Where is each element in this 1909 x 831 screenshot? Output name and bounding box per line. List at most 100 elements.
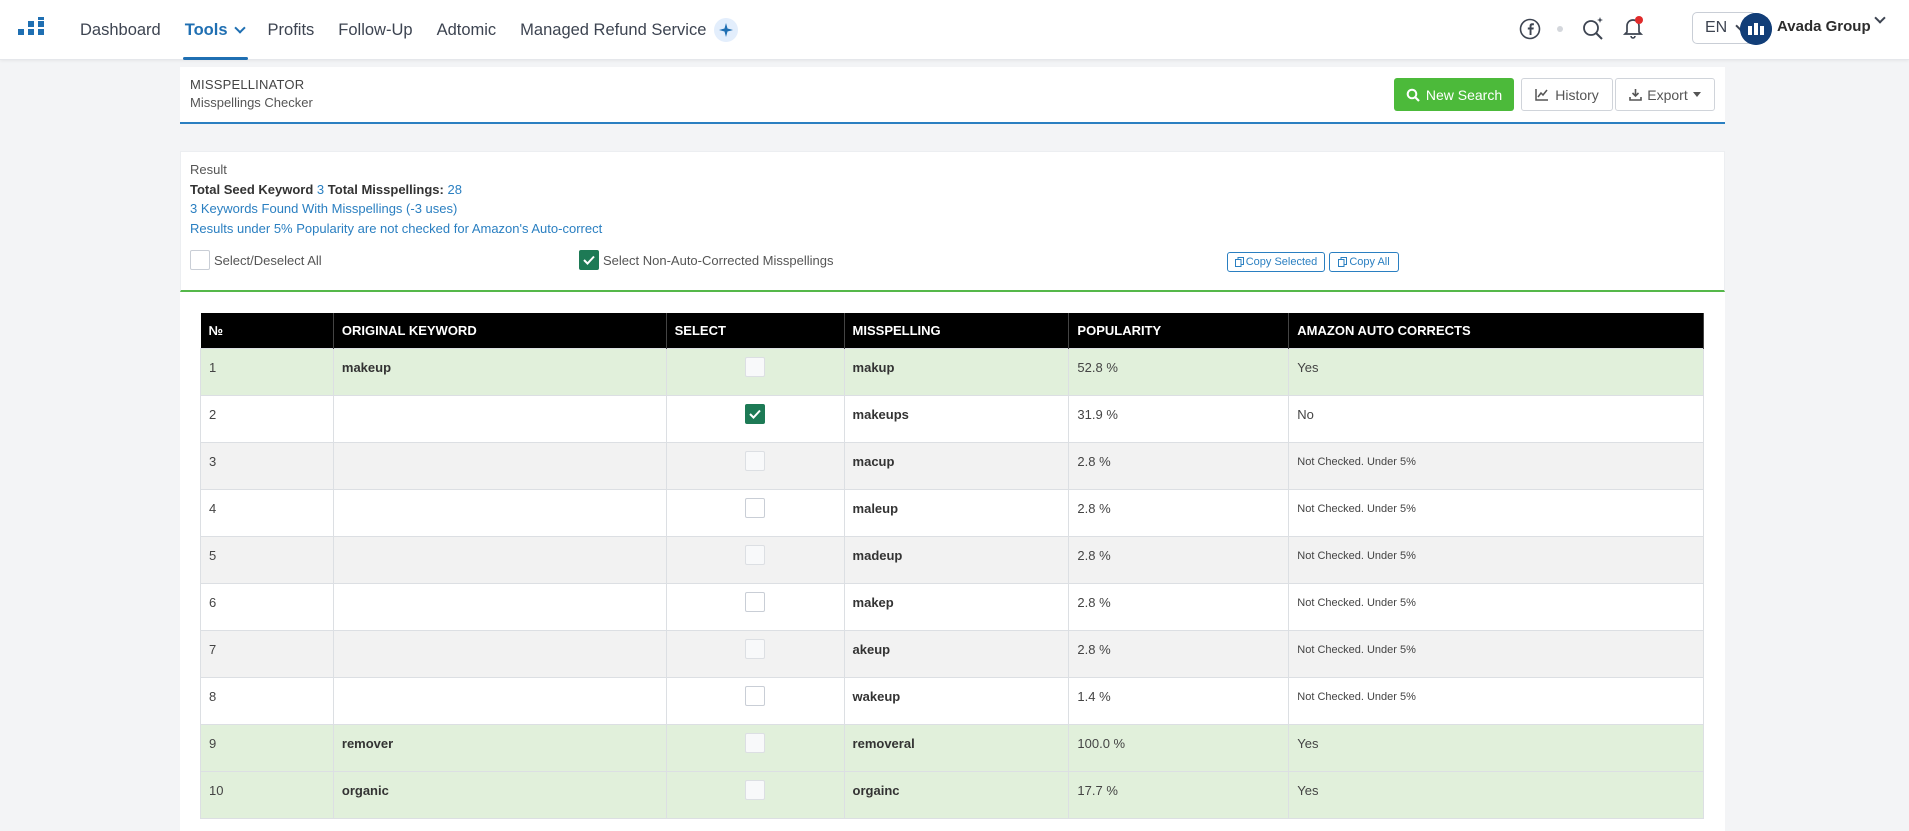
row-select-checkbox[interactable] [745,544,766,565]
new-search-label: New Search [1425,86,1503,103]
nav-adtomic-label: Adtomic [436,20,497,39]
misspellings-table: № ORIGINAL KEYWORD SELECT MISSPELLING PO… [200,313,1704,819]
popularity-cell: 17.7 % [1068,770,1290,819]
row-number: 7 [200,629,334,678]
auto-corrects-cell: Not Checked. Under 5% [1288,676,1704,725]
nav-profits[interactable]: Profits [268,0,315,60]
original-keyword-cell: remover [332,723,667,772]
nav-dashboard[interactable]: Dashboard [80,0,161,60]
copy-all-label: Copy All [1349,256,1390,268]
row-number: 2 [200,394,334,443]
user-menu-chevron-icon[interactable] [1874,12,1886,24]
table-row: 7 akeup 2.8 % Not Checked. Under 5% [200,629,1704,678]
top-navbar: Dashboard Tools Profits Follow-Up Adtomi… [0,0,1909,60]
export-dropdown-button[interactable]: Export [1615,78,1715,111]
col-original-keyword-header[interactable]: ORIGINAL KEYWORD [333,313,667,348]
select-non-auto-label: Select Non-Auto-Corrected Misspellings [603,252,834,268]
popularity-cell: 2.8 % [1068,441,1290,490]
popularity-cell: 31.9 % [1068,394,1290,443]
search-sparkle-icon[interactable] [1581,16,1605,40]
select-cell [665,441,845,490]
nav-tools-label: Tools [184,20,228,39]
auto-corrects-cell: Not Checked. Under 5% [1288,441,1704,490]
copy-all-button[interactable]: Copy All [1329,252,1399,272]
original-keyword-cell [332,488,667,537]
row-select-checkbox[interactable] [745,732,766,753]
misspelling-cell: wakeup [843,676,1070,725]
auto-corrects-cell: Not Checked. Under 5% [1288,629,1704,678]
table-row: 10 organic orgainc 17.7 % Yes [200,770,1704,819]
original-keyword-cell [332,676,667,725]
table-row: 9 remover removeral 100.0 % Yes [200,723,1704,772]
original-keyword-cell [332,441,667,490]
row-select-checkbox[interactable] [745,591,766,612]
misspelling-cell: makep [843,582,1070,631]
popularity-cell: 52.8 % [1068,347,1290,396]
select-non-auto-checkbox[interactable] [579,250,599,270]
user-avatar-icon[interactable] [1740,13,1772,45]
select-all-checkbox[interactable] [190,250,210,270]
popularity-cell: 2.8 % [1068,629,1290,678]
user-name[interactable]: Avada Group [1777,18,1871,35]
table-row: 8 wakeup 1.4 % Not Checked. Under 5% [200,676,1704,725]
results-table-card: № ORIGINAL KEYWORD SELECT MISSPELLING PO… [180,292,1725,831]
table-row: 3 macup 2.8 % Not Checked. Under 5% [200,441,1704,490]
nav-adtomic[interactable]: Adtomic [437,0,497,60]
col-misspelling-header[interactable]: MISSPELLING [844,313,1070,348]
tool-title: MISSPELLINATOR [190,77,305,92]
history-button[interactable]: History [1521,78,1613,111]
row-number: 3 [200,441,334,490]
col-amazon-auto-corrects-header[interactable]: AMAZON AUTO CORRECTS [1288,313,1704,348]
search-icon [1406,88,1420,102]
row-number: 5 [200,535,334,584]
app-logo-icon[interactable] [18,17,44,39]
notification-bell-icon[interactable] [1621,15,1645,39]
row-select-checkbox[interactable] [745,779,766,800]
original-keyword-cell [332,394,667,443]
new-search-button[interactable]: New Search [1394,78,1514,111]
select-cell [665,723,845,772]
row-select-checkbox[interactable] [745,356,766,377]
nav-tools[interactable]: Tools [182,0,248,60]
original-keyword-cell [332,535,667,584]
auto-corrects-cell: Yes [1288,723,1704,772]
nav-dashboard-label: Dashboard [80,20,161,39]
nav-managed-refund-service[interactable]: Managed Refund Service [520,0,739,60]
row-number: 8 [200,676,334,725]
copy-selected-label: Copy Selected [1245,256,1318,268]
main-nav: Dashboard Tools Profits Follow-Up Adtomi… [64,0,746,60]
row-select-checkbox[interactable] [745,685,766,706]
auto-corrects-cell: Not Checked. Under 5% [1288,535,1704,584]
misspelling-cell: maleup [843,488,1070,537]
popularity-cell: 2.8 % [1068,582,1290,631]
select-non-auto-toggle[interactable]: Select Non-Auto-Corrected Misspellings [579,250,833,270]
row-select-checkbox[interactable] [745,450,766,471]
result-heading: Result [190,162,227,177]
misspelling-cell: removeral [843,723,1070,772]
table-row: 4 maleup 2.8 % Not Checked. Under 5% [200,488,1704,537]
select-all-label: Select/Deselect All [214,252,322,268]
row-select-checkbox[interactable] [745,638,766,659]
nav-follow-up[interactable]: Follow-Up [338,0,412,60]
total-misspellings-count: 28 [447,182,462,197]
select-cell [665,770,845,819]
row-select-checkbox[interactable] [745,403,766,424]
facebook-icon[interactable] [1519,18,1541,40]
row-number: 4 [200,488,334,537]
col-select-header[interactable]: SELECT [666,313,845,348]
col-popularity-header[interactable]: POPULARITY [1068,313,1290,348]
auto-corrects-cell: Yes [1288,347,1704,396]
popularity-cell: 100.0 % [1068,723,1290,772]
copy-selected-button[interactable]: Copy Selected [1227,252,1325,272]
history-label: History [1555,86,1599,103]
select-cell [665,347,845,396]
col-number-header[interactable]: № [200,313,334,348]
select-cell [665,394,845,443]
tool-header-card: MISSPELLINATOR Misspellings Checker New … [180,67,1725,124]
row-select-checkbox[interactable] [745,497,766,518]
tool-subtitle: Misspellings Checker [190,95,313,110]
select-all-toggle[interactable]: Select/Deselect All [190,250,322,270]
total-misspellings-label: Total Misspellings: [327,182,444,197]
popularity-cell: 2.8 % [1068,535,1290,584]
original-keyword-cell: makeup [332,347,667,396]
